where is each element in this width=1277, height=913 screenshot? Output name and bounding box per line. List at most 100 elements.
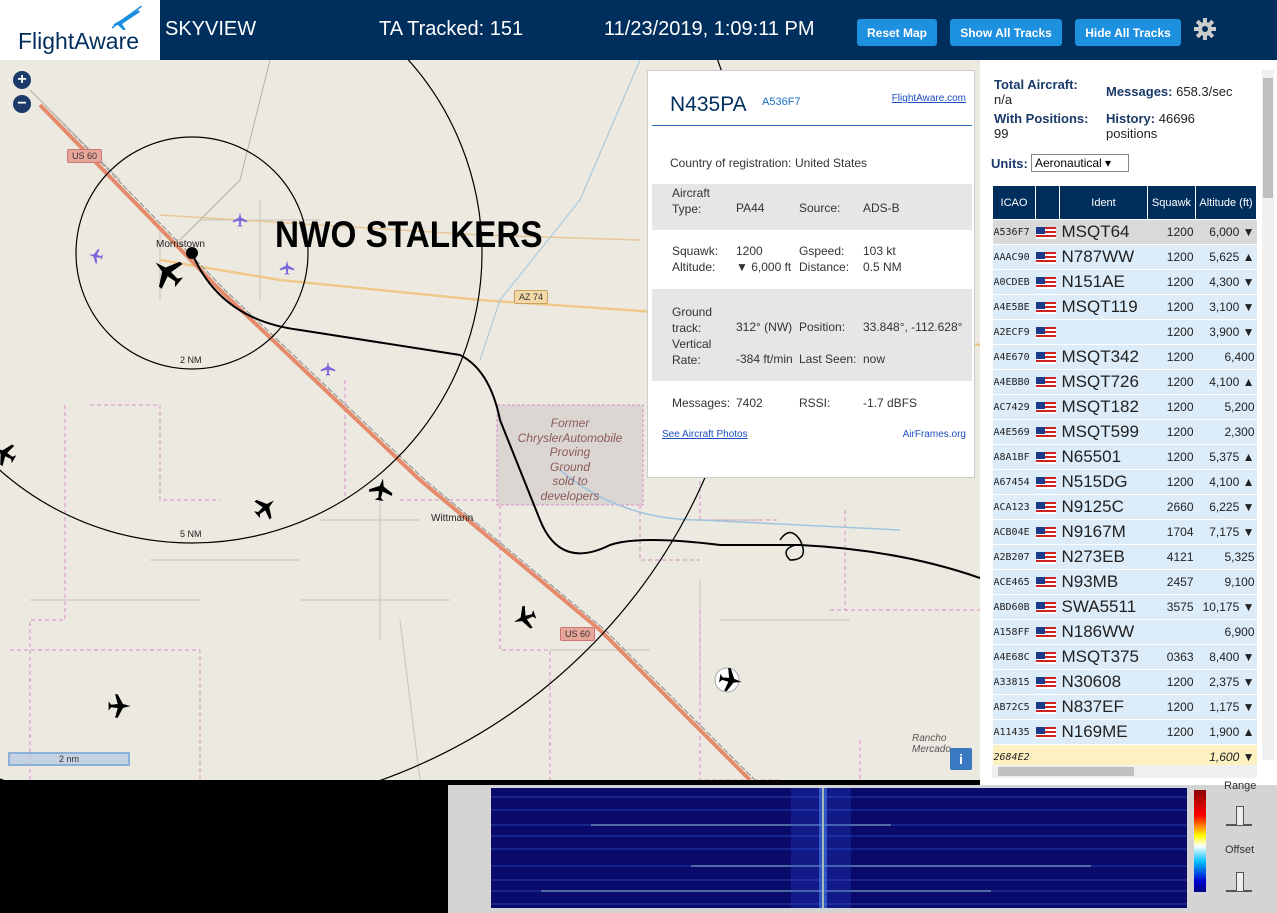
route-shield-us60-south: US 60 [560, 627, 596, 641]
ident-cell: N9167M [1059, 519, 1148, 545]
table-row[interactable]: ACE465 N93MB 2457 9,100 [992, 569, 1257, 595]
table-row[interactable]: A8A1BF N65501 1200 5,375 ▲ [992, 444, 1257, 470]
table-row[interactable]: ACB04E N9167M 1704 7,175 ▼ [992, 519, 1257, 545]
squawk-cell: 1200 [1147, 344, 1196, 370]
history: History: 46696 positions [1106, 111, 1226, 141]
offset-label: Offset [1225, 844, 1255, 856]
us-flag-icon [1035, 376, 1056, 389]
table-row[interactable]: A33815 N30608 1200 2,375 ▼ [992, 669, 1257, 695]
range-ring-label-2nm: 2 NM [180, 355, 202, 365]
table-row[interactable]: ACA123 N9125C 2660 6,225 ▼ [992, 494, 1257, 520]
range-slider[interactable] [1226, 806, 1252, 826]
table-row[interactable]: A4E670 MSQT342 1200 6,400 [992, 344, 1257, 370]
aircraft-hex[interactable]: A536F7 [762, 96, 801, 108]
aircraft-photos-link[interactable]: See Aircraft Photos [662, 429, 748, 440]
icao-cell: A536F7 [992, 219, 1036, 245]
ident-cell: N273EB [1059, 544, 1148, 570]
aircraft-icon[interactable] [88, 248, 104, 264]
flightaware-logo[interactable]: FlightAware [0, 0, 160, 60]
squawk-cell: 1200 [1147, 694, 1196, 720]
altitude-label: Altitude: [672, 260, 716, 274]
ident-cell: N93MB [1059, 569, 1148, 595]
altitude-cell: 4,100 ▲ [1195, 469, 1257, 495]
with-positions-label: With Positions: [994, 111, 1089, 126]
altitude-cell: 5,625 ▲ [1195, 244, 1257, 270]
zoom-out-icon[interactable]: − [13, 95, 31, 113]
table-row[interactable]: A2ECF9 1200 3,900 ▼ [992, 319, 1257, 345]
gear-icon[interactable] [1193, 17, 1217, 41]
aircraft-icon[interactable] [279, 260, 295, 276]
table-row[interactable]: A4E569 MSQT599 1200 2,300 [992, 419, 1257, 445]
squawk-cell: 1200 [1147, 369, 1196, 395]
overlay-annotation: NWO STALKERS [275, 214, 543, 255]
show-all-tracks-button[interactable]: Show All Tracks [950, 19, 1062, 46]
table-row[interactable]: A4E68C MSQT375 0363 8,400 ▼ [992, 644, 1257, 670]
country-flag-icon [1035, 644, 1060, 670]
aircraft-icon[interactable] [232, 212, 248, 228]
hide-all-tracks-button[interactable]: Hide All Tracks [1075, 19, 1181, 46]
aircraft-icon[interactable] [0, 441, 18, 467]
ground-track-label: Ground track: [672, 305, 713, 335]
distance-value: 0.5 NM [863, 260, 902, 274]
map-info-button[interactable]: i [950, 748, 972, 770]
column-header-ident[interactable]: Ident [1059, 185, 1148, 220]
route-shield-us60: US 60 [67, 149, 103, 163]
table-row[interactable]: A67454 N515DG 1200 4,100 ▲ [992, 469, 1257, 495]
altitude-cell: 5,325 [1195, 544, 1257, 570]
country-value: United States [795, 156, 868, 170]
table-row[interactable]: AC7429 MSQT182 1200 5,200 [992, 394, 1257, 420]
place-label-rancho: Rancho Mercado [912, 733, 951, 755]
reset-map-button[interactable]: Reset Map [857, 19, 937, 46]
column-header-flag[interactable] [1035, 185, 1060, 220]
table-row[interactable]: AAAC90 N787WW 1200 5,625 ▲ [992, 244, 1257, 270]
altitude-cell: 1,900 ▲ [1195, 719, 1257, 745]
squawk-label: Squawk: [672, 244, 719, 258]
flightaware-link[interactable]: FlightAware.com [892, 93, 966, 104]
units-select[interactable]: Aeronautical ▾ [1031, 154, 1129, 172]
aircraft-icon[interactable] [717, 667, 743, 693]
country-flag-icon [1035, 619, 1060, 645]
column-header-icao[interactable]: ICAO [992, 185, 1036, 220]
offset-slider[interactable] [1226, 872, 1252, 892]
aircraft-icon[interactable] [320, 361, 336, 377]
airframes-link[interactable]: AirFrames.org [903, 429, 966, 440]
table-row[interactable]: A4E5BE MSQT119 1200 3,100 ▼ [992, 294, 1257, 320]
table-row[interactable]: A536F7 MSQT64 1200 6,000 ▼ [992, 219, 1257, 245]
country-flag-icon [1035, 494, 1060, 520]
altitude-cell: 10,175 ▼ [1195, 594, 1257, 620]
waterfall-display [491, 788, 1187, 908]
icao-cell: A0CDEB [992, 269, 1036, 295]
zoom-in-icon[interactable]: + [13, 71, 31, 89]
squawk-cell: 1704 [1147, 519, 1196, 545]
table-row[interactable]: AB72C5 N837EF 1200 1,175 ▼ [992, 694, 1257, 720]
us-flag-icon [1035, 726, 1056, 739]
altitude-cell: 6,900 [1195, 619, 1257, 645]
country-flag-icon [1035, 719, 1060, 745]
table-row[interactable]: A11435 N169ME 1200 1,900 ▲ [992, 719, 1257, 745]
gspeed-value: 103 kt [863, 244, 896, 258]
place-label-wittmann: Wittmann [431, 513, 474, 524]
altitude-cell: 2,300 [1195, 419, 1257, 445]
aircraft-icon[interactable] [106, 693, 132, 719]
altitude-cell: 4,100 ▲ [1195, 369, 1257, 395]
column-header-altitude[interactable]: Altitude (ft) [1195, 185, 1257, 220]
table-row[interactable]: ABD60B SWA5511 3575 10,175 ▼ [992, 594, 1257, 620]
altitude-cell: 6,225 ▼ [1195, 494, 1257, 520]
aircraft-icon[interactable] [368, 477, 394, 503]
vertical-scroll-thumb[interactable] [1263, 78, 1273, 198]
table-row[interactable]: A0CDEB N151AE 1200 4,300 ▼ [992, 269, 1257, 295]
table-row[interactable]: A158FF N186WW 6,900 [992, 619, 1257, 645]
table-row[interactable]: A4EBB0 MSQT726 1200 4,100 ▲ [992, 369, 1257, 395]
squawk-cell: 2457 [1147, 569, 1196, 595]
rssi-value: -1.7 dBFS [863, 396, 918, 410]
aircraft-icon[interactable] [252, 495, 278, 521]
ident-cell: MSQT342 [1059, 344, 1148, 370]
table-row[interactable]: A2B207 N273EB 4121 5,325 [992, 544, 1257, 570]
us-flag-icon [1035, 701, 1056, 714]
horizontal-scroll-thumb[interactable] [998, 767, 1134, 776]
selected-aircraft-icon[interactable] [150, 255, 186, 291]
ident-cell: N30608 [1059, 669, 1148, 695]
column-header-squawk[interactable]: Squawk [1147, 185, 1196, 220]
ident-cell: MSQT375 [1059, 644, 1148, 670]
aircraft-icon[interactable] [512, 605, 538, 631]
